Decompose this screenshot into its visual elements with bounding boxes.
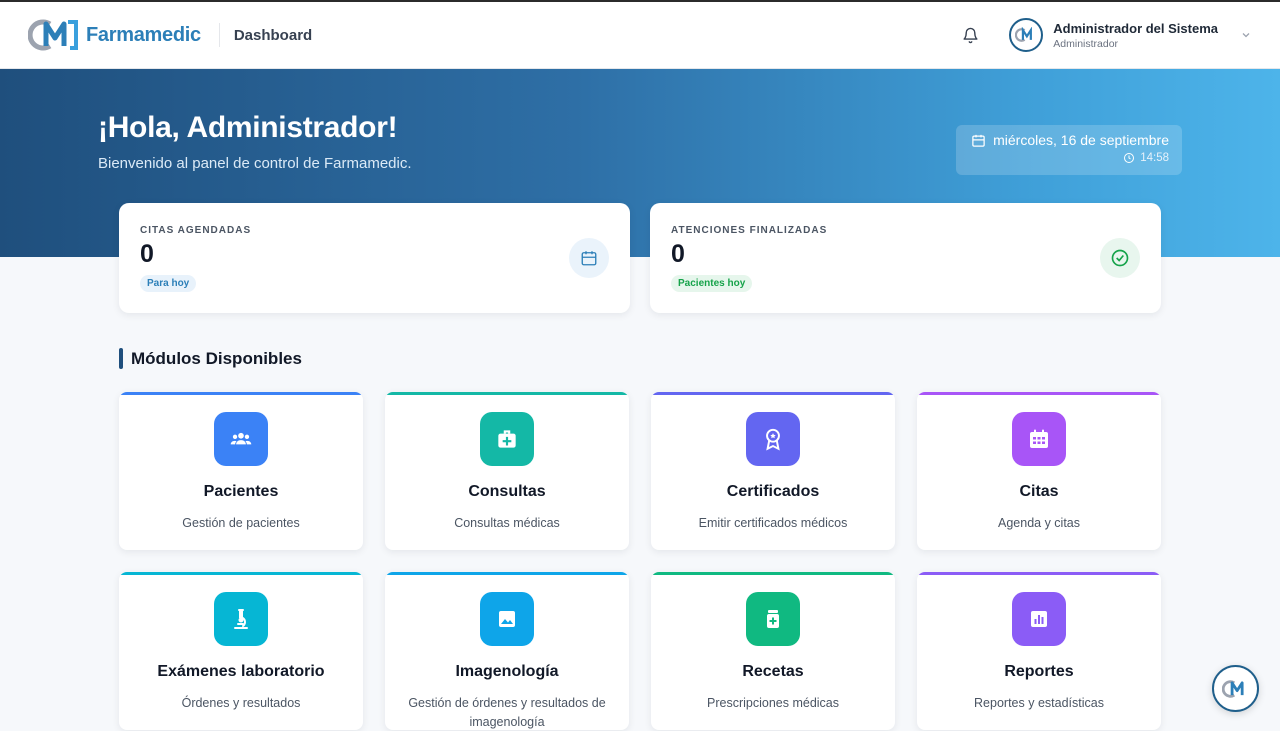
page-title: Dashboard <box>233 26 313 44</box>
prescription-icon <box>767 610 779 628</box>
module-title: Exámenes laboratorio <box>157 663 325 680</box>
clock-icon <box>1124 153 1135 163</box>
stat-card-citas: CITAS AGENDADAS 0 Para hoy <box>119 203 630 313</box>
notifications-button[interactable] <box>959 24 981 46</box>
chart-icon <box>1031 611 1047 627</box>
module-desc: Órdenes y resultados <box>181 696 301 710</box>
module-icon-wrap <box>1012 592 1066 646</box>
module-card-imagenologia[interactable]: Imagenología Gestión de órdenes y result… <box>385 572 629 730</box>
calendar-icon <box>581 251 597 266</box>
module-title: Citas <box>1019 483 1059 500</box>
user-name: Administrador del Sistema <box>1053 20 1218 36</box>
header-divider <box>218 23 220 47</box>
modules-title: Módulos Disponibles <box>131 348 302 368</box>
chevron-down-icon <box>1242 33 1250 38</box>
module-icon-wrap <box>1012 412 1066 466</box>
avatar <box>1009 18 1044 52</box>
medical-kit-icon <box>498 430 516 448</box>
logo-icon <box>28 19 78 51</box>
modules-heading: Módulos Disponibles <box>119 348 302 369</box>
logo[interactable]: Farmamedic <box>28 18 201 52</box>
module-title: Certificados <box>726 483 820 500</box>
module-card-citas[interactable]: Citas Agenda y citas <box>917 392 1161 550</box>
module-icon-wrap <box>214 412 268 466</box>
heading-accent <box>119 348 123 369</box>
stat-label: CITAS AGENDADAS <box>140 225 252 236</box>
stat-icon-wrap <box>569 238 609 278</box>
certificate-icon <box>766 428 780 451</box>
stat-badge: Pacientes hoy <box>671 275 753 292</box>
module-card-certificados[interactable]: Certificados Emitir certificados médicos <box>651 392 895 550</box>
image-icon <box>499 611 515 627</box>
module-desc: Gestión de pacientes <box>182 516 300 530</box>
module-desc: Reportes y estadísticas <box>974 696 1104 710</box>
module-desc: Gestión de órdenes y resultados de image… <box>408 696 606 729</box>
logo-icon <box>1221 679 1244 698</box>
module-card-consultas[interactable]: Consultas Consultas médicas <box>385 392 629 550</box>
brand-name: Farmamedic <box>86 23 201 46</box>
calendar-small-icon <box>972 134 985 147</box>
module-desc: Agenda y citas <box>998 516 1080 530</box>
greeting: ¡Hola, Administrador! <box>98 111 398 144</box>
module-title: Pacientes <box>203 483 279 500</box>
module-desc: Prescripciones médicas <box>707 696 839 710</box>
welcome-text: Bienvenido al panel de control de Farmam… <box>98 155 412 172</box>
stat-value: 0 <box>140 240 154 268</box>
module-desc: Consultas médicas <box>454 516 560 530</box>
bell-icon <box>963 27 978 43</box>
module-title: Imagenología <box>455 663 559 680</box>
stat-badge: Para hoy <box>140 275 197 292</box>
calendar-grid-icon <box>1030 429 1048 448</box>
stat-value: 0 <box>671 240 685 268</box>
date-time-box: miércoles, 16 de septiembre 14:58 <box>956 125 1182 175</box>
module-card-pacientes[interactable]: Pacientes Gestión de pacientes <box>119 392 363 550</box>
module-icon-wrap <box>480 412 534 466</box>
stat-card-atenciones: ATENCIONES FINALIZADAS 0 Pacientes hoy <box>650 203 1161 313</box>
module-title: Reportes <box>1004 663 1074 680</box>
module-title: Recetas <box>742 663 804 680</box>
module-card-examenes[interactable]: Exámenes laboratorio Órdenes y resultado… <box>119 572 363 730</box>
floating-help-button[interactable] <box>1212 665 1259 712</box>
check-circle-icon <box>1111 249 1129 267</box>
module-card-recetas[interactable]: Recetas Prescripciones médicas <box>651 572 895 730</box>
user-menu[interactable]: Administrador del Sistema Administrador <box>1009 18 1252 52</box>
module-title: Consultas <box>468 483 546 500</box>
module-icon-wrap <box>214 592 268 646</box>
user-role: Administrador <box>1053 37 1119 50</box>
users-icon <box>230 432 252 445</box>
module-icon-wrap <box>480 592 534 646</box>
microscope-icon <box>234 609 248 629</box>
top-bar: Farmamedic Dashboard Administrador del S… <box>0 2 1280 69</box>
module-icon-wrap <box>746 412 800 466</box>
module-desc: Emitir certificados médicos <box>698 516 848 530</box>
current-time: 14:58 <box>1140 152 1169 164</box>
stat-label: ATENCIONES FINALIZADAS <box>671 225 828 236</box>
module-icon-wrap <box>746 592 800 646</box>
avatar-icon <box>1015 27 1033 42</box>
current-date: miércoles, 16 de septiembre <box>993 132 1169 148</box>
stat-icon-wrap <box>1100 238 1140 278</box>
module-card-reportes[interactable]: Reportes Reportes y estadísticas <box>917 572 1161 730</box>
